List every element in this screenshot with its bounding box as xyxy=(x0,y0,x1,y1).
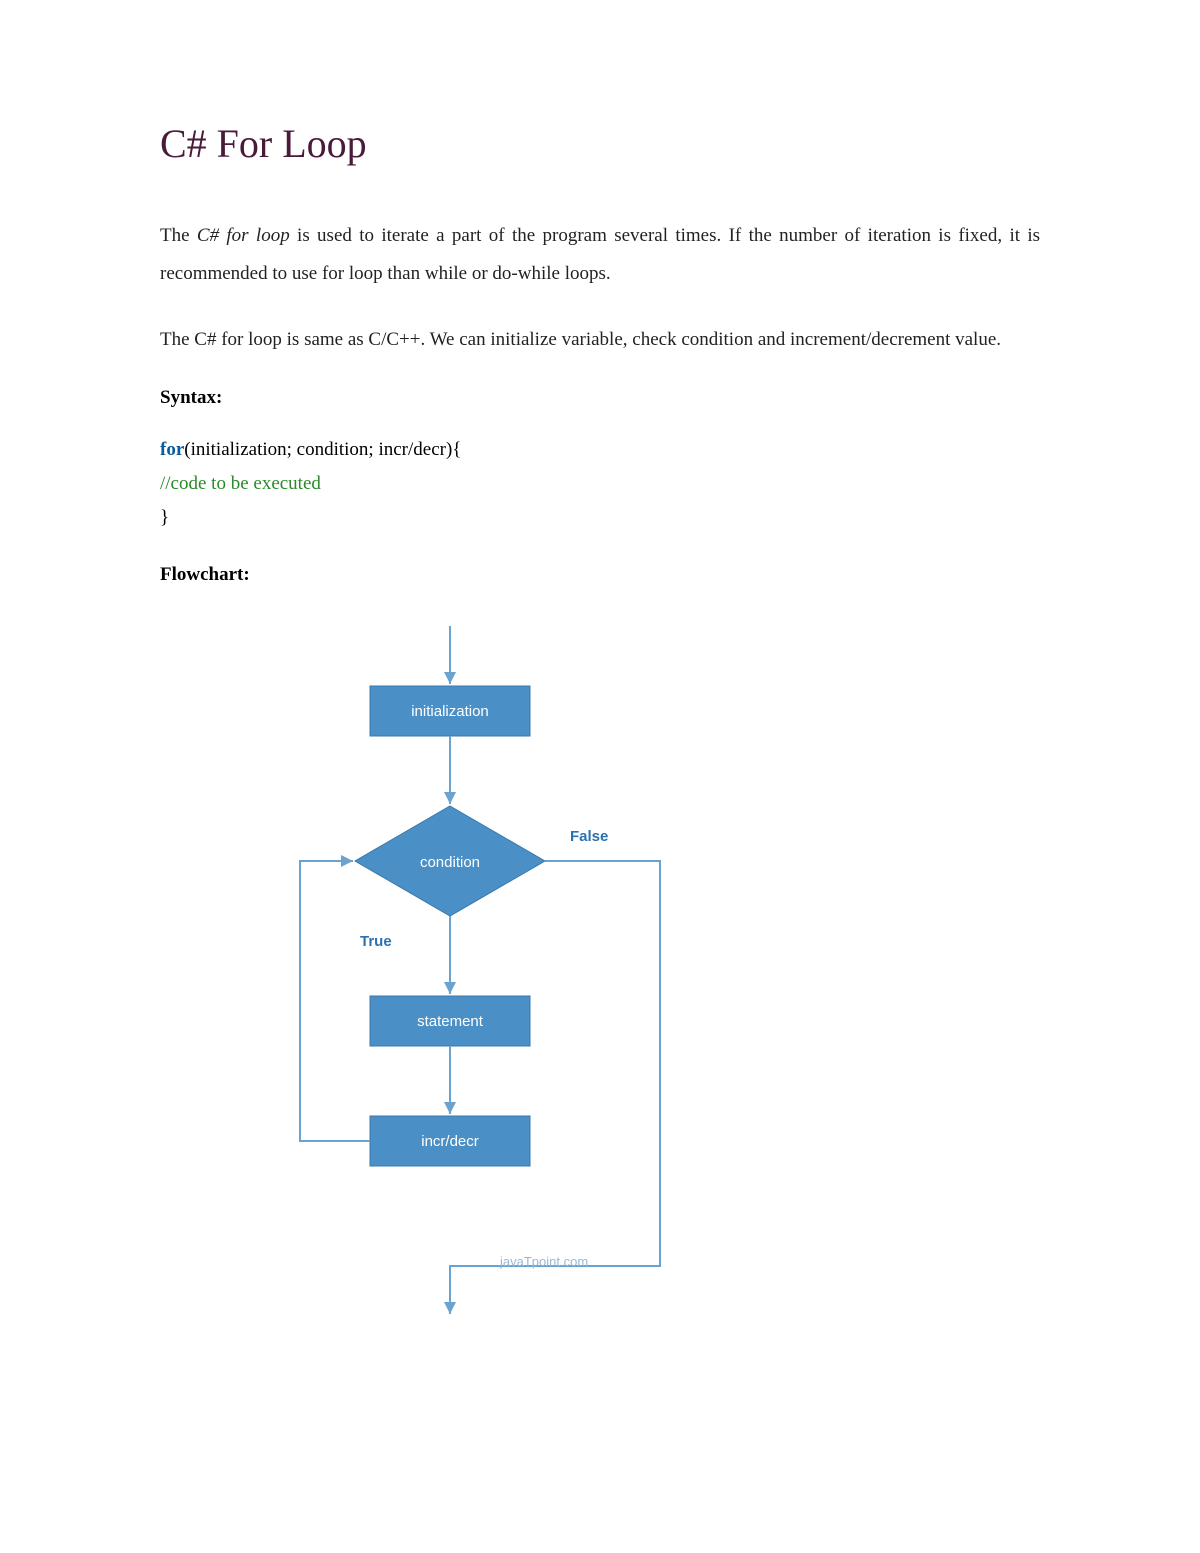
code-line-1: for(initialization; condition; incr/decr… xyxy=(160,433,1040,467)
node-condition-label: condition xyxy=(420,854,480,871)
para1-text-a: The xyxy=(160,225,197,246)
node-statement-label: statement xyxy=(417,1013,484,1030)
flowchart-credit: javaTpoint.com xyxy=(499,1254,588,1269)
page-title: C# For Loop xyxy=(160,120,1040,167)
flowchart-label: Flowchart: xyxy=(160,564,1040,586)
code-block: for(initialization; condition; incr/decr… xyxy=(160,433,1040,536)
edge-cond-exit xyxy=(450,861,660,1314)
code-close: } xyxy=(160,501,1040,535)
paragraph-1: The C# for loop is used to iterate a par… xyxy=(160,217,1040,293)
para1-text-c: is used to iterate a part of the program… xyxy=(160,225,1040,284)
edge-incr-cond xyxy=(300,861,370,1141)
para1-emphasis: C# for loop xyxy=(197,225,290,246)
edge-label-true: True xyxy=(360,933,392,950)
document-page: C# For Loop The C# for loop is used to i… xyxy=(0,0,1200,1366)
keyword-for: for xyxy=(160,439,184,460)
flowchart-diagram: initialization condition False True stat… xyxy=(250,626,770,1326)
node-initialization-label: initialization xyxy=(411,703,489,720)
node-incr-label: incr/decr xyxy=(421,1133,479,1150)
paragraph-2: The C# for loop is same as C/C++. We can… xyxy=(160,321,1040,359)
edge-label-false: False xyxy=(570,828,608,845)
syntax-label: Syntax: xyxy=(160,387,1040,409)
code-comment: //code to be executed xyxy=(160,467,1040,501)
code-signature: (initialization; condition; incr/decr){ xyxy=(184,439,461,460)
